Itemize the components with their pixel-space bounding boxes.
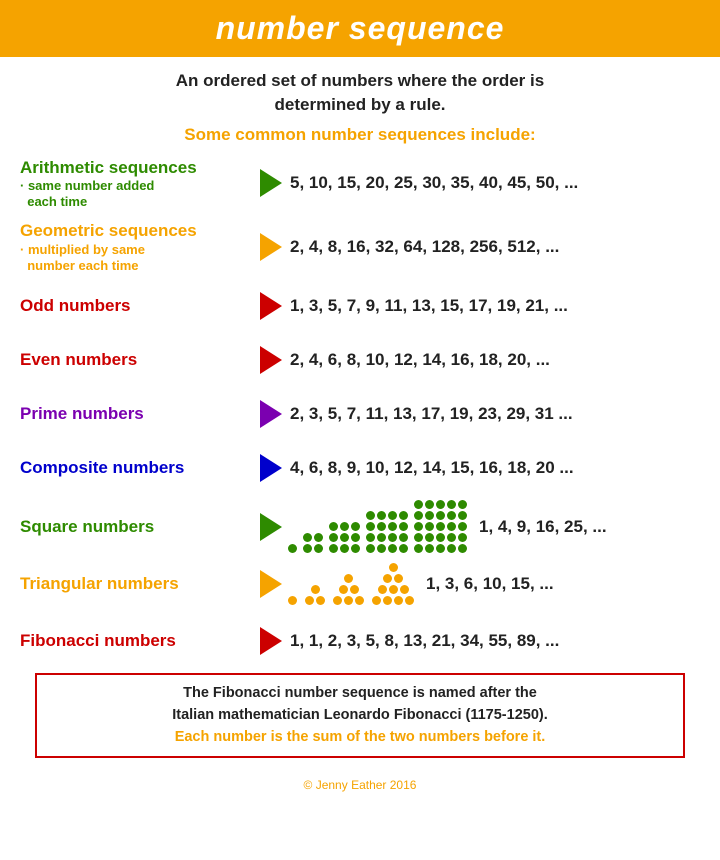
arrow-icon [260,627,282,655]
arrow-icon [260,346,282,374]
composite-values: 4, 6, 8, 9, 10, 12, 14, 15, 16, 18, 20 .… [290,458,700,478]
list-item: Fibonacci numbers 1, 1, 2, 3, 5, 8, 13, … [20,619,700,663]
prime-values: 2, 3, 5, 7, 11, 13, 17, 19, 23, 29, 31 .… [290,404,700,424]
header: number sequence [0,0,720,57]
odd-label: Odd numbers [20,295,260,316]
prime-label: Prime numbers [20,403,260,424]
arrow-icon [260,570,282,598]
page-title: number sequence [0,10,720,47]
fibonacci-label: Fibonacci numbers [20,630,260,651]
definition-line2: determined by a rule. [275,95,446,114]
even-label: Even numbers [20,349,260,370]
main-content: An ordered set of numbers where the orde… [0,57,720,774]
arithmetic-label: Arithmetic sequences · same number added… [20,157,260,211]
list-item: Arithmetic sequences · same number added… [20,157,700,211]
odd-values: 1, 3, 5, 7, 9, 11, 13, 15, 17, 19, 21, .… [290,296,700,316]
fibonacci-values: 1, 1, 2, 3, 5, 8, 13, 21, 34, 55, 89, ..… [290,631,700,651]
arrow-icon [260,169,282,197]
triangular-values: 1, 3, 6, 10, 15, ... [426,574,700,594]
list-item: Prime numbers 2, 3, 5, 7, 11, 13, 17, 19… [20,392,700,436]
footer-text: © Jenny Eather 2016 [304,778,417,792]
common-label: Some common number sequences include: [20,125,700,145]
triangular-visual [288,563,414,605]
arrow-icon [260,400,282,428]
even-values: 2, 4, 6, 8, 10, 12, 14, 16, 18, 20, ... [290,350,700,370]
arrow-icon [260,233,282,261]
list-item: Even numbers 2, 4, 6, 8, 10, 12, 14, 16,… [20,338,700,382]
fibonacci-note-line3: Each number is the sum of the two number… [175,729,546,745]
arrow-icon [260,292,282,320]
definition: An ordered set of numbers where the orde… [20,69,700,117]
composite-label: Composite numbers [20,457,260,478]
definition-line1: An ordered set of numbers where the orde… [176,71,544,90]
geometric-values: 2, 4, 8, 16, 32, 64, 128, 256, 512, ... [290,237,700,257]
footer: © Jenny Eather 2016 [0,774,720,798]
triangular-label: Triangular numbers [20,573,260,594]
list-item: Composite numbers 4, 6, 8, 9, 10, 12, 14… [20,446,700,490]
list-item: Odd numbers 1, 3, 5, 7, 9, 11, 13, 15, 1… [20,284,700,328]
arrow-icon [260,454,282,482]
fibonacci-note: The Fibonacci number sequence is named a… [35,673,685,758]
list-item: Square numbers [20,500,700,553]
fibonacci-note-line2: Italian mathematician Leonardo Fibonacci… [172,707,548,723]
arrow-icon [260,513,282,541]
geometric-label: Geometric sequences · multiplied by same… [20,220,260,274]
square-values: 1, 4, 9, 16, 25, ... [479,517,700,537]
list-item: Geometric sequences · multiplied by same… [20,220,700,274]
square-visual [288,500,467,553]
list-item: Triangular numbers [20,563,700,609]
arithmetic-values: 5, 10, 15, 20, 25, 30, 35, 40, 45, 50, .… [290,173,700,193]
square-label: Square numbers [20,516,260,537]
fibonacci-note-line1: The Fibonacci number sequence is named a… [183,685,537,701]
